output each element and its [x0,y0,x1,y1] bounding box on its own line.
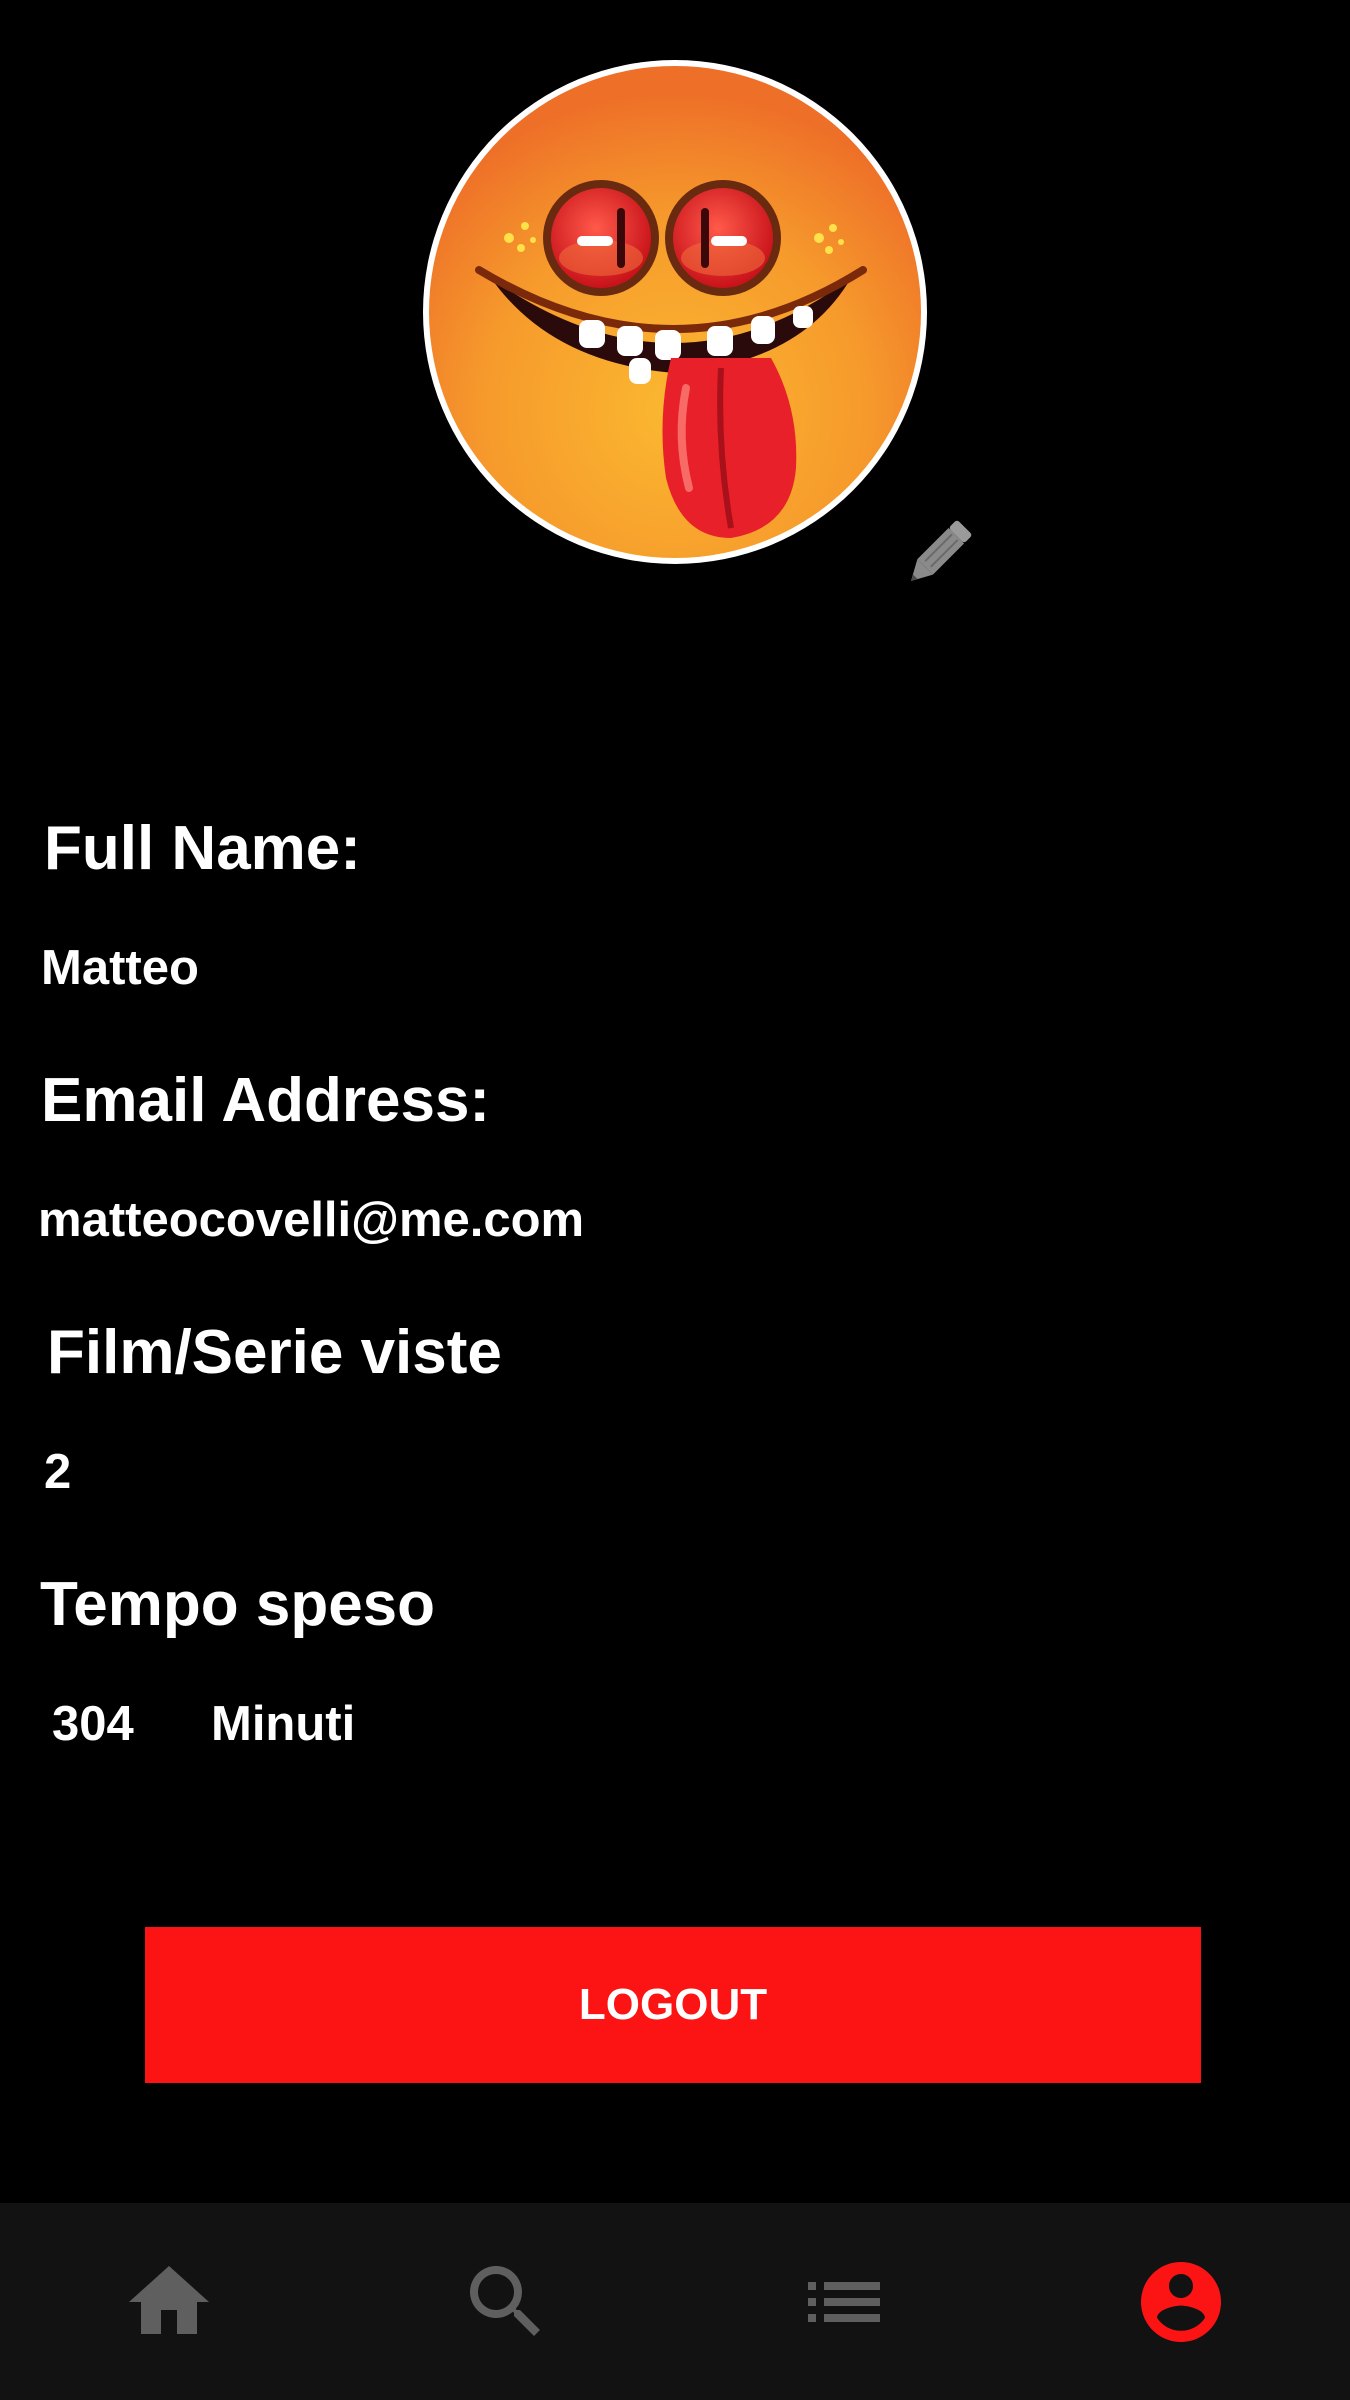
watched-label: Film/Serie viste [47,1318,502,1387]
edit-avatar-button[interactable] [893,505,988,600]
smiley-tongue-avatar-icon [423,60,927,564]
nav-item-home[interactable] [0,2203,338,2400]
time-unit: Minuti [211,1697,356,1751]
account-icon [1141,2261,1222,2342]
pencil-icon [911,520,972,581]
full-name-value: Matteo [41,941,199,995]
bottom-navigation [0,2203,1350,2400]
logout-button[interactable]: LOGOUT [145,1927,1201,2083]
email-label: Email Address: [41,1066,491,1135]
full-name-label: Full Name: [44,814,361,883]
search-icon [470,2265,541,2336]
logout-label: LOGOUT [578,1980,768,2029]
profile-avatar [421,58,929,566]
nav-item-search[interactable] [338,2203,676,2400]
watched-value: 2 [44,1445,72,1499]
nav-item-list[interactable] [675,2203,1013,2400]
time-value: 304 [52,1697,134,1751]
list-icon [807,2281,880,2322]
time-label: Tempo speso [40,1570,436,1639]
nav-item-account[interactable] [1013,2203,1350,2400]
home-icon [128,2265,209,2334]
email-value: matteocovelli@me.com [38,1193,585,1247]
